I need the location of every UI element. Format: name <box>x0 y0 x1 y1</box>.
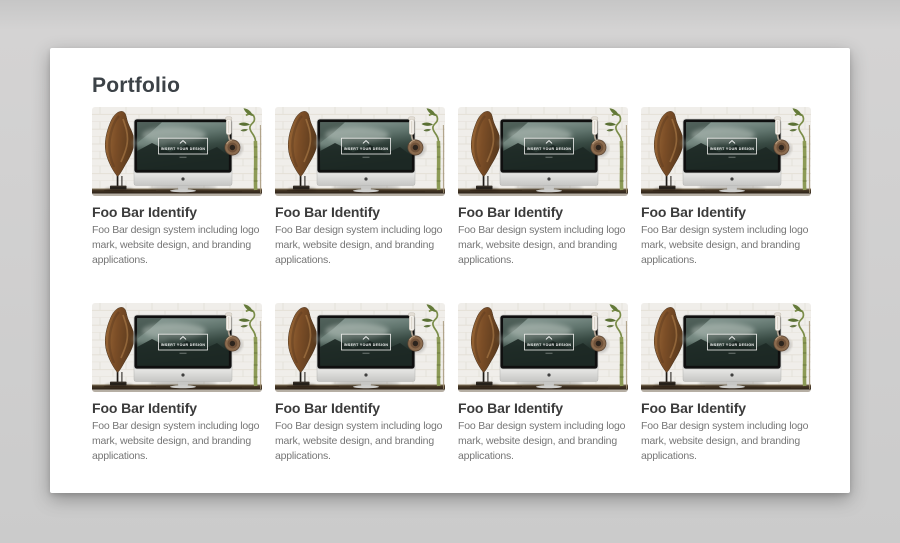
imac-desk-photo <box>641 107 811 196</box>
imac-desk-photo <box>92 107 262 196</box>
portfolio-thumbnail[interactable] <box>458 107 628 196</box>
portfolio-thumbnail[interactable] <box>92 303 262 392</box>
portfolio-item-description: Foo Bar design system including logo mar… <box>92 223 262 268</box>
portfolio-item[interactable]: Foo Bar Identify Foo Bar design system i… <box>641 107 811 268</box>
portfolio-item-description: Foo Bar design system including logo mar… <box>641 223 811 268</box>
portfolio-item[interactable]: Foo Bar Identify Foo Bar design system i… <box>641 303 811 464</box>
portfolio-thumbnail[interactable] <box>641 303 811 392</box>
imac-desk-photo <box>641 303 811 392</box>
portfolio-item[interactable]: Foo Bar Identify Foo Bar design system i… <box>92 107 262 268</box>
imac-desk-photo <box>275 107 445 196</box>
imac-desk-photo <box>458 107 628 196</box>
portfolio-item-description: Foo Bar design system including logo mar… <box>458 419 628 464</box>
portfolio-item[interactable]: Foo Bar Identify Foo Bar design system i… <box>92 303 262 464</box>
portfolio-item[interactable]: Foo Bar Identify Foo Bar design system i… <box>275 303 445 464</box>
portfolio-grid: Foo Bar Identify Foo Bar design system i… <box>92 107 811 464</box>
portfolio-item-title: Foo Bar Identify <box>458 400 628 416</box>
portfolio-item-description: Foo Bar design system including logo mar… <box>458 223 628 268</box>
portfolio-item-description: Foo Bar design system including logo mar… <box>275 419 445 464</box>
portfolio-item[interactable]: Foo Bar Identify Foo Bar design system i… <box>458 303 628 464</box>
imac-desk-photo <box>275 303 445 392</box>
portfolio-item-title: Foo Bar Identify <box>641 204 811 220</box>
portfolio-item[interactable]: Foo Bar Identify Foo Bar design system i… <box>275 107 445 268</box>
imac-desk-photo <box>458 303 628 392</box>
portfolio-card: Portfolio Foo Bar Identify Foo Bar desig… <box>50 48 850 493</box>
portfolio-thumbnail[interactable] <box>275 107 445 196</box>
portfolio-item-description: Foo Bar design system including logo mar… <box>641 419 811 464</box>
portfolio-item-title: Foo Bar Identify <box>92 204 262 220</box>
portfolio-thumbnail[interactable] <box>458 303 628 392</box>
portfolio-item-title: Foo Bar Identify <box>275 204 445 220</box>
portfolio-item-title: Foo Bar Identify <box>641 400 811 416</box>
portfolio-thumbnail[interactable] <box>641 107 811 196</box>
portfolio-thumbnail[interactable] <box>275 303 445 392</box>
portfolio-item-title: Foo Bar Identify <box>92 400 262 416</box>
portfolio-item-description: Foo Bar design system including logo mar… <box>92 419 262 464</box>
portfolio-item-title: Foo Bar Identify <box>275 400 445 416</box>
portfolio-thumbnail[interactable] <box>92 107 262 196</box>
imac-desk-photo <box>92 303 262 392</box>
page-title: Portfolio <box>92 72 811 99</box>
portfolio-item-description: Foo Bar design system including logo mar… <box>275 223 445 268</box>
portfolio-item[interactable]: Foo Bar Identify Foo Bar design system i… <box>458 107 628 268</box>
portfolio-item-title: Foo Bar Identify <box>458 204 628 220</box>
